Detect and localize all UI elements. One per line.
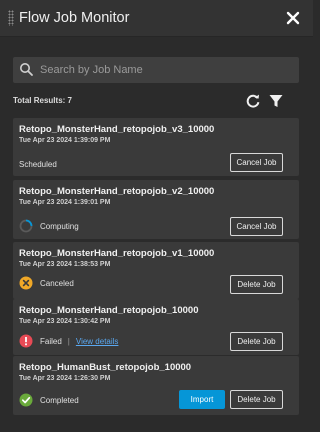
- job-name: Retopo_HumanBust_retopojob_10000: [19, 362, 192, 373]
- filter-button[interactable]: [268, 93, 284, 109]
- job-date: Tue Apr 23 2024 1:39:09 PM: [19, 137, 111, 144]
- refresh-icon: [246, 94, 260, 108]
- job-card: Retopo_MonsterHand_retopojob_10000 Tue A…: [13, 299, 299, 355]
- close-button[interactable]: [285, 9, 301, 27]
- job-name: Retopo_MonsterHand_retopojob_v1_10000: [19, 248, 215, 259]
- job-status: Canceled: [19, 276, 74, 290]
- job-card: Retopo_MonsterHand_retopojob_v3_10000 Tu…: [13, 118, 299, 176]
- job-name: Retopo_MonsterHand_retopojob_v2_10000: [19, 186, 215, 197]
- title-bar: Flow Job Monitor: [0, 0, 313, 37]
- status-label: Computing: [40, 221, 79, 231]
- job-date: Tue Apr 23 2024 1:39:01 PM: [19, 199, 111, 206]
- job-card: Retopo_MonsterHand_retopojob_v2_10000 Tu…: [13, 180, 299, 239]
- search-icon: [20, 63, 33, 76]
- job-status: Completed: [19, 393, 79, 407]
- job-card: Retopo_MonsterHand_retopojob_v1_10000 Tu…: [13, 242, 299, 299]
- spinner-icon: [19, 219, 33, 233]
- panel-title: Flow Job Monitor: [19, 10, 130, 26]
- refresh-button[interactable]: [245, 93, 261, 109]
- status-label: Canceled: [40, 278, 74, 288]
- view-details-link[interactable]: View details: [76, 337, 119, 346]
- search-box: [13, 57, 299, 83]
- cancel-job-button[interactable]: Cancel Job: [230, 217, 283, 236]
- search-input[interactable]: [40, 57, 290, 83]
- delete-job-button[interactable]: Delete Job: [230, 275, 283, 294]
- filter-icon: [269, 95, 283, 107]
- job-date: Tue Apr 23 2024 1:30:42 PM: [19, 318, 111, 325]
- check-icon: [19, 393, 33, 407]
- cancel-job-button[interactable]: Cancel Job: [230, 153, 283, 172]
- drag-handle[interactable]: [8, 10, 14, 26]
- cancel-icon: [19, 276, 33, 290]
- status-label: Scheduled: [19, 160, 57, 169]
- total-results: Total Results: 7: [13, 96, 72, 105]
- job-status: Failed | View details: [19, 334, 118, 348]
- job-card: Retopo_HumanBust_retopojob_10000 Tue Apr…: [13, 356, 299, 415]
- separator: |: [67, 336, 70, 346]
- job-date: Tue Apr 23 2024 1:26:30 PM: [19, 375, 111, 382]
- close-icon: [286, 11, 300, 25]
- job-status: Scheduled: [19, 160, 57, 169]
- job-name: Retopo_MonsterHand_retopojob_10000: [19, 305, 199, 316]
- job-name: Retopo_MonsterHand_retopojob_v3_10000: [19, 124, 215, 135]
- status-label: Completed: [40, 395, 79, 405]
- job-status: Computing: [19, 219, 79, 233]
- delete-job-button[interactable]: Delete Job: [230, 332, 283, 351]
- status-label: Failed: [40, 336, 62, 346]
- error-icon: [19, 334, 33, 348]
- import-button[interactable]: Import: [179, 390, 225, 409]
- delete-job-button[interactable]: Delete Job: [230, 390, 283, 409]
- job-date: Tue Apr 23 2024 1:38:53 PM: [19, 261, 111, 268]
